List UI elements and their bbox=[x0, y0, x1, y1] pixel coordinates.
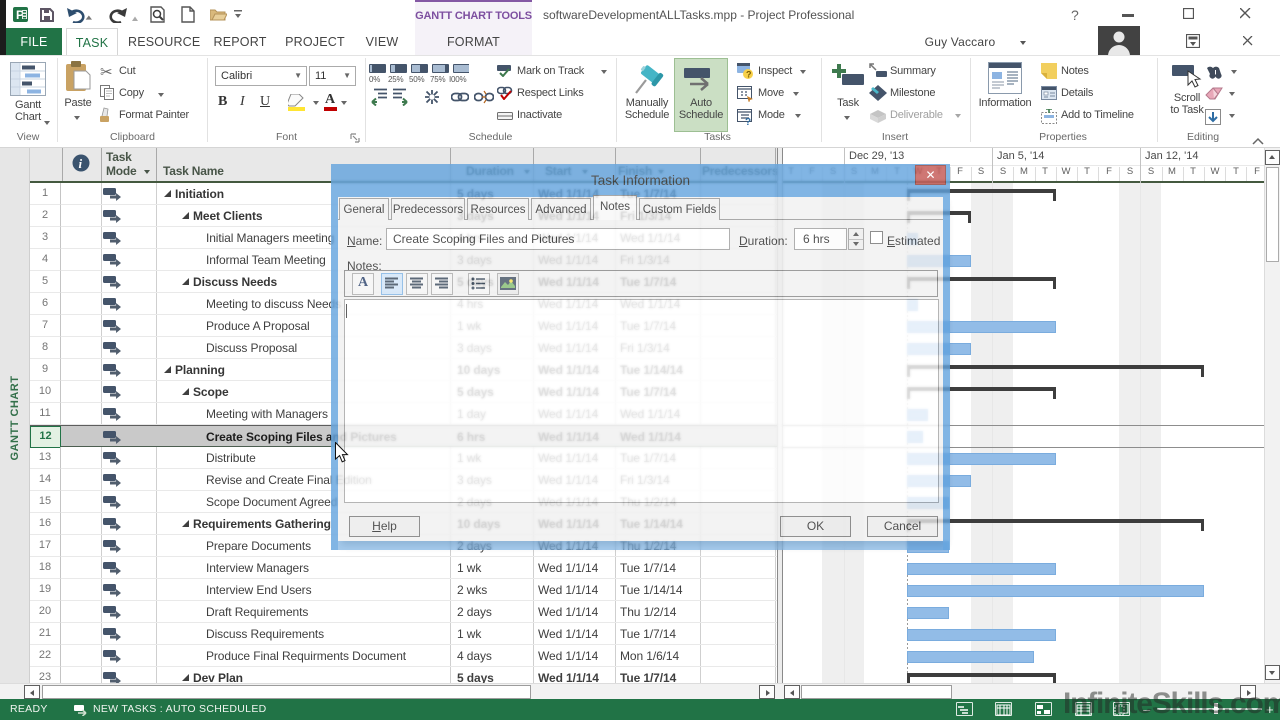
svg-text:?: ? bbox=[746, 70, 752, 80]
svg-text:?: ? bbox=[745, 117, 751, 125]
svg-text:i: i bbox=[79, 156, 83, 171]
